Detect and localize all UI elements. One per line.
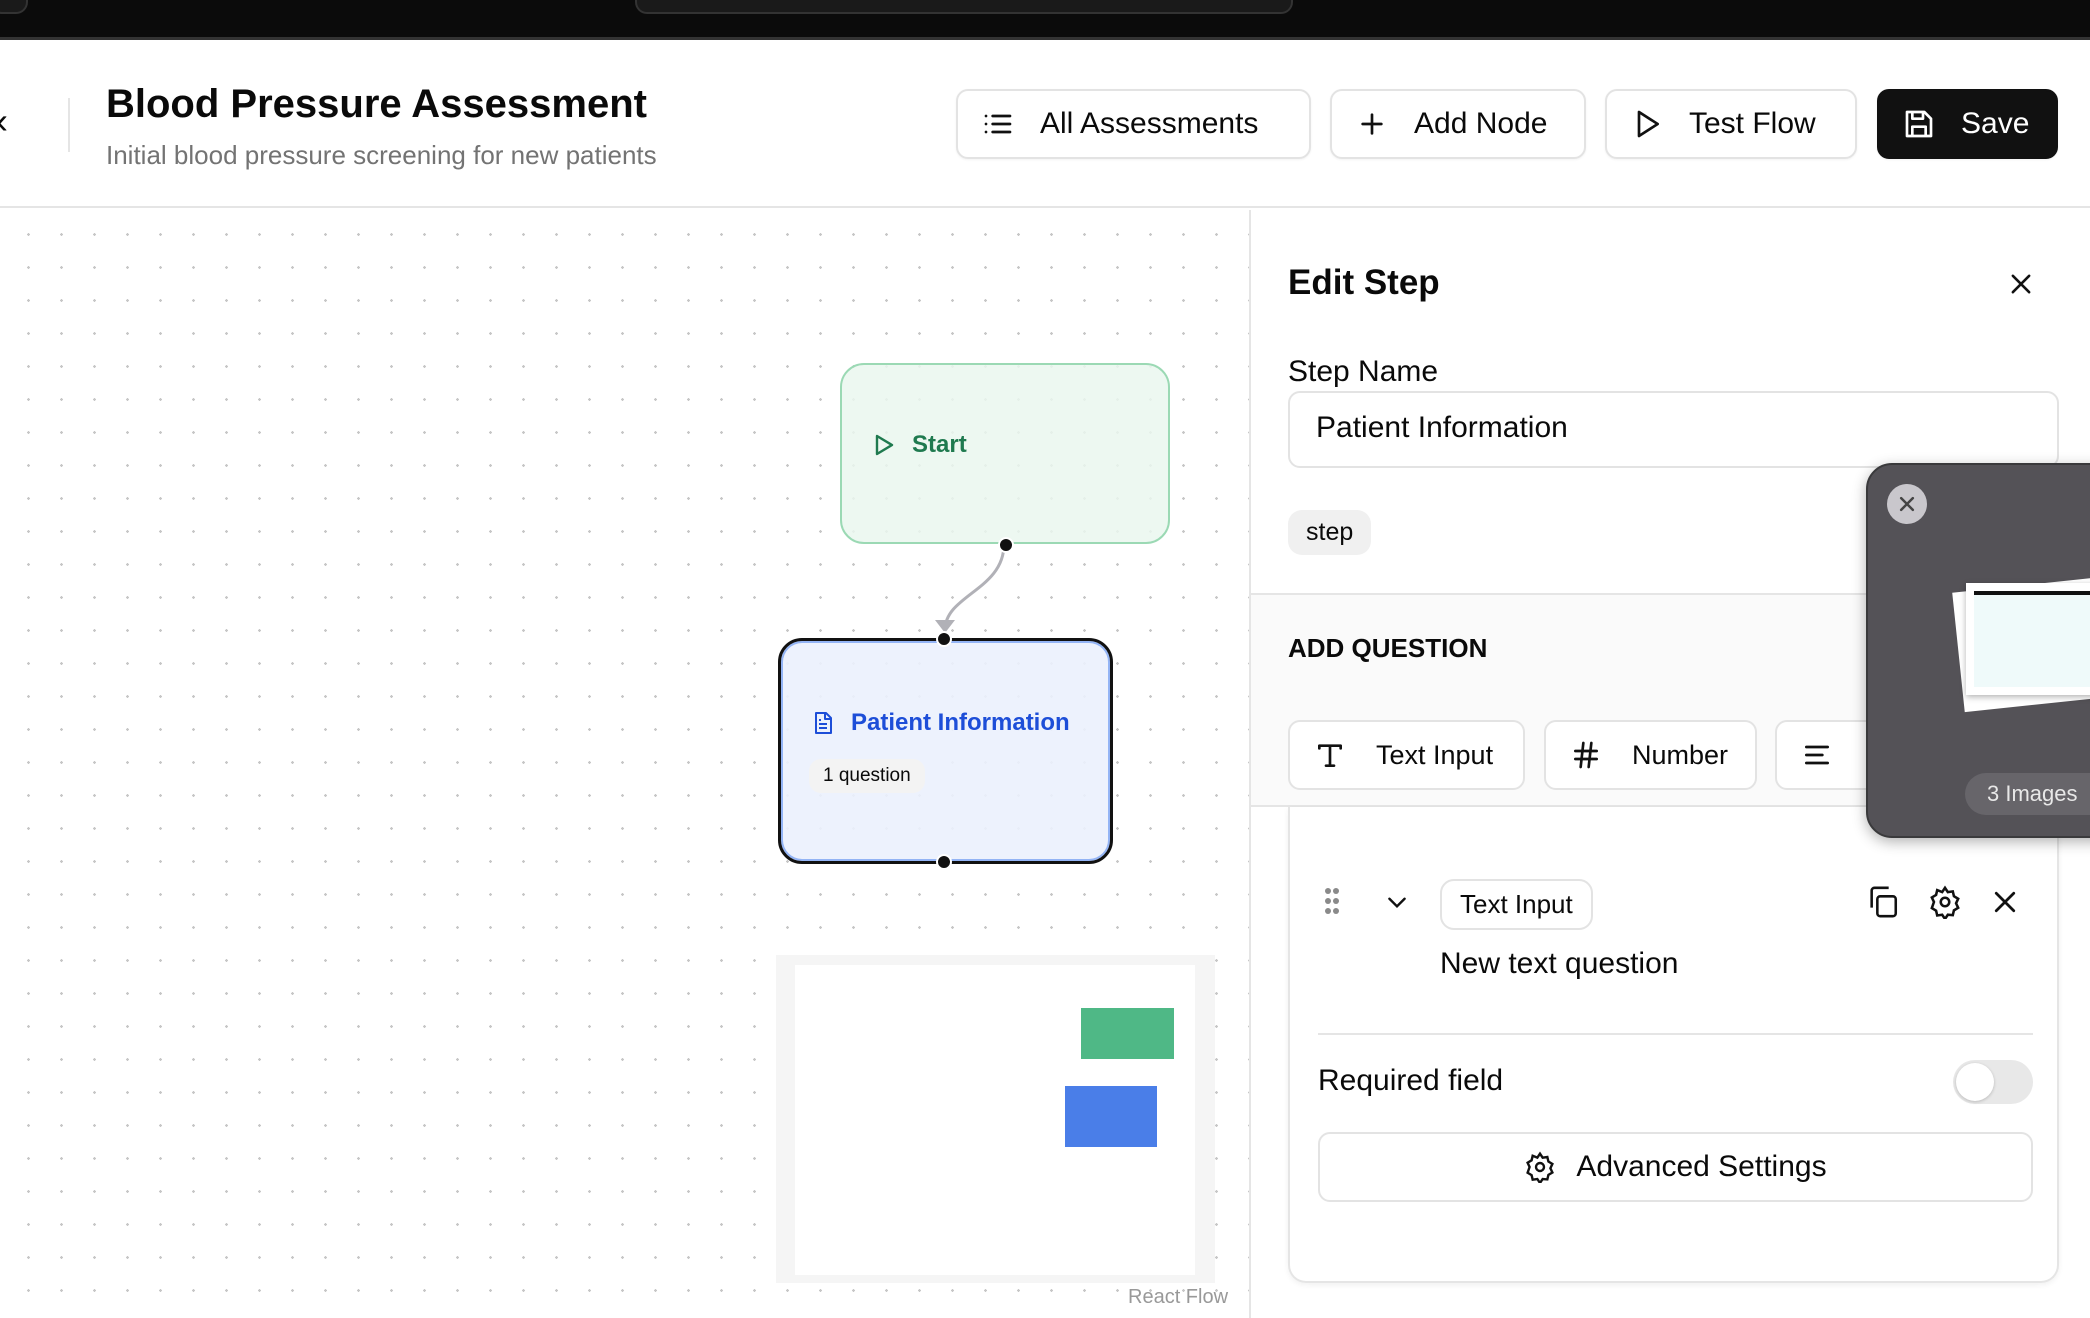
advanced-settings-button[interactable]: Advanced Settings: [1318, 1132, 2033, 1202]
plus-icon: [1361, 113, 1383, 135]
button-label: Advanced Settings: [1576, 1150, 1827, 1183]
page-title: Blood Pressure Assessment: [106, 82, 647, 126]
add-text-input-button[interactable]: Text Input: [1288, 720, 1525, 790]
list-icon: [984, 114, 1012, 134]
source-handle[interactable]: [998, 537, 1014, 553]
copy-icon[interactable]: [1866, 885, 1900, 919]
react-flow-attribution[interactable]: React Flow: [1128, 1286, 1228, 1309]
panel-title: Edit Step: [1288, 263, 1440, 302]
minimap[interactable]: [776, 955, 1215, 1283]
start-node[interactable]: Start: [840, 363, 1170, 553]
play-icon: [1637, 110, 1659, 138]
delete-question-icon[interactable]: [1990, 887, 2020, 917]
minimap-node-start: [1081, 1008, 1174, 1059]
close-icon: [1899, 496, 1915, 512]
all-assessments-button[interactable]: All Assessments: [956, 89, 1311, 159]
hash-icon: [1574, 741, 1598, 769]
button-label: Text Input: [1376, 739, 1494, 770]
screenshot-preview-overlay[interactable]: 3 Images: [1866, 463, 2090, 838]
question-type-pill: Text Input: [1440, 879, 1593, 930]
window-tab[interactable]: [0, 0, 28, 14]
chevron-down-icon[interactable]: [1384, 889, 1410, 915]
page-subtitle: Initial blood pressure screening for new…: [106, 140, 657, 170]
overlay-close-button[interactable]: [1887, 484, 1927, 524]
button-label: All Assessments: [1040, 107, 1259, 140]
question-count-badge: 1 question: [809, 759, 925, 793]
drag-handle-icon[interactable]: [1324, 887, 1340, 915]
button-label: Save: [1961, 107, 2030, 140]
text-icon: [1318, 744, 1342, 767]
save-icon: [1905, 110, 1933, 138]
flow-canvas[interactable]: Start Patient Information 1 question Rea…: [0, 210, 1249, 1318]
minimap-node-step: [1065, 1086, 1157, 1147]
thumbnail-image: [1966, 583, 2090, 695]
button-label: Number: [1632, 739, 1729, 770]
source-handle[interactable]: [936, 854, 952, 870]
test-flow-button[interactable]: Test Flow: [1605, 89, 1857, 159]
node-label: Patient Information: [851, 709, 1070, 736]
question-text[interactable]: New text question: [1440, 947, 1678, 981]
divider: [1318, 1033, 2033, 1035]
target-handle[interactable]: [936, 631, 952, 647]
step-name-label: Step Name: [1288, 355, 1439, 388]
play-icon: [875, 434, 894, 456]
window-top-bar: [0, 0, 2090, 40]
step-type-chip: step: [1288, 510, 1372, 555]
add-number-button[interactable]: Number: [1544, 720, 1757, 790]
add-question-label: ADD QUESTION: [1288, 633, 1488, 663]
close-icon[interactable]: [2007, 270, 2035, 298]
step-node-patient-information[interactable]: Patient Information 1 question: [778, 631, 1113, 870]
address-bar[interactable]: [635, 0, 1293, 14]
toggle-knob: [1956, 1063, 1994, 1101]
node-label: Start: [912, 431, 967, 458]
thumbnail-content: [1974, 591, 2090, 687]
button-label: Test Flow: [1689, 107, 1816, 140]
save-button[interactable]: Save: [1877, 89, 2058, 159]
back-button[interactable]: ‹: [0, 100, 8, 142]
step-name-input[interactable]: Patient Information: [1288, 391, 2059, 468]
align-left-icon: [1805, 745, 1829, 765]
image-count-pill: 3 Images: [1965, 773, 2090, 815]
gear-icon: [1526, 1151, 1555, 1183]
question-card: Text Input New text question Required fi…: [1288, 807, 2059, 1283]
required-field-label: Required field: [1318, 1064, 1504, 1097]
gear-icon[interactable]: [1928, 885, 1962, 919]
document-icon: [815, 712, 832, 734]
flow-edge: [943, 543, 1006, 631]
add-node-button[interactable]: Add Node: [1330, 89, 1586, 159]
button-label: Add Node: [1414, 107, 1548, 140]
required-toggle[interactable]: [1953, 1060, 2033, 1104]
divider: [68, 98, 70, 152]
header: ‹ Blood Pressure Assessment Initial bloo…: [0, 40, 2090, 208]
